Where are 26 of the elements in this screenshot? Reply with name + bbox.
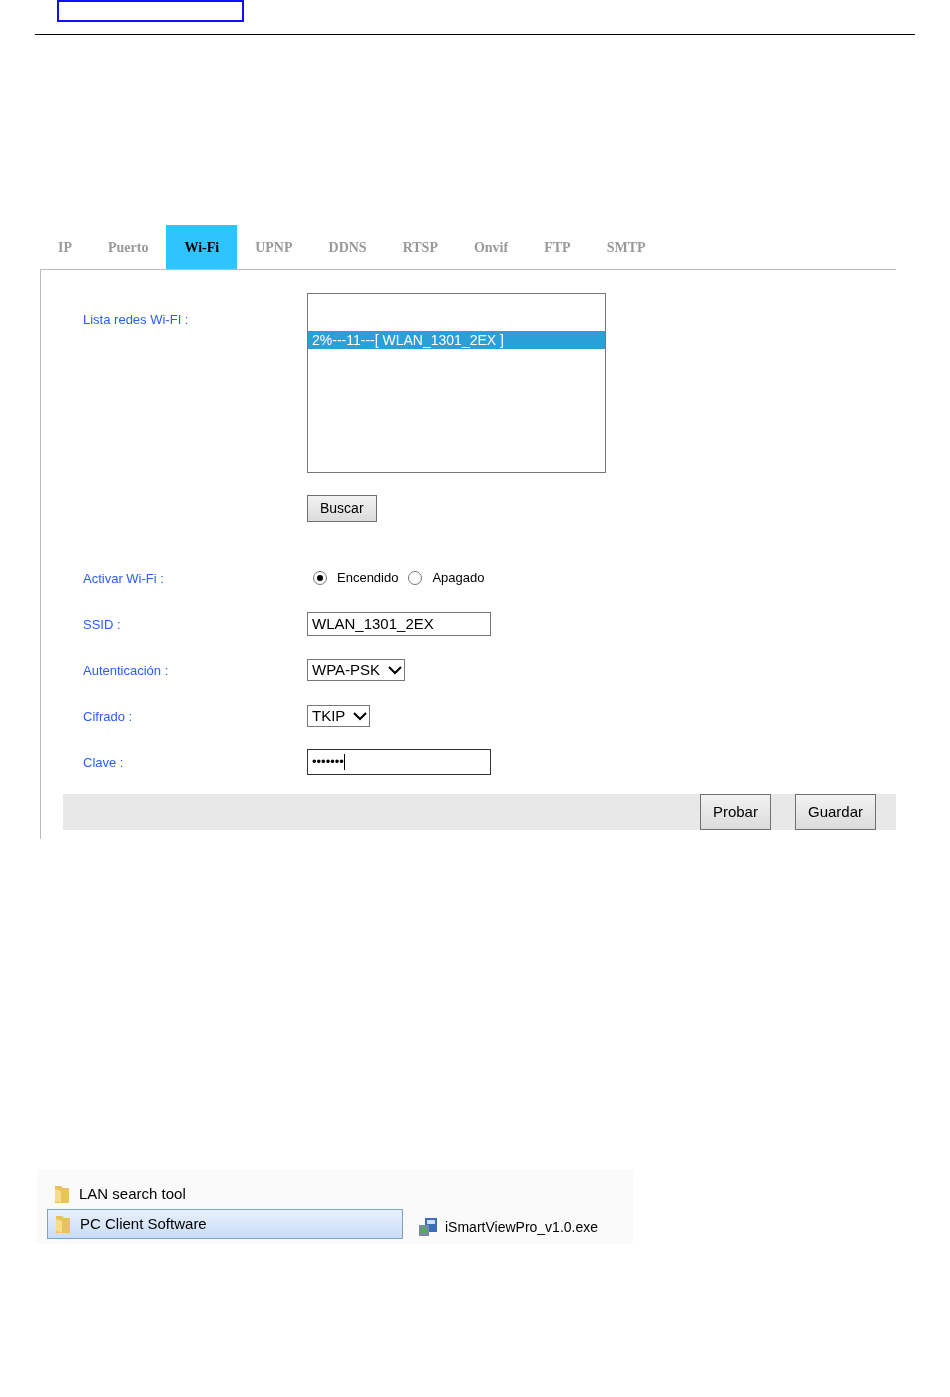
folder-item[interactable]: PC Client Software [47,1209,403,1239]
dropdown[interactable]: WPA-PSK [307,659,406,681]
field-label: Cifrado : [83,709,133,724]
radio-button[interactable] [408,571,423,585]
installer-icon [417,1216,439,1238]
field-label: Lista redes Wi-FI : [83,312,189,327]
dropdown[interactable]: TKIP [307,705,371,727]
field-label: SSID : [83,617,121,632]
password-field[interactable]: ••••••• [307,749,491,775]
field-label: Activar Wi-Fi : [83,571,164,586]
text-field[interactable]: WLAN_1301_2EX [307,612,491,636]
folder-icon [54,1214,72,1234]
field-label: Autenticación : [83,663,169,678]
folder-icon [53,1184,71,1204]
file-item[interactable]: iSmartViewPro_v1.0.exe [417,1216,599,1238]
form-button[interactable]: Probar [699,794,771,830]
radio-label: Encendido [337,569,399,588]
chevron-down-icon [353,711,368,721]
folder-item[interactable]: LAN search tool [47,1179,403,1209]
radio-label: Apagado [432,569,485,588]
field-label: Clave : [83,755,124,770]
search-button[interactable]: Buscar [307,495,377,522]
chevron-down-icon [388,665,403,675]
form-button[interactable]: Guardar [794,794,876,830]
tab[interactable]: Wi-Fi [166,225,238,269]
radio-button[interactable] [313,571,327,585]
